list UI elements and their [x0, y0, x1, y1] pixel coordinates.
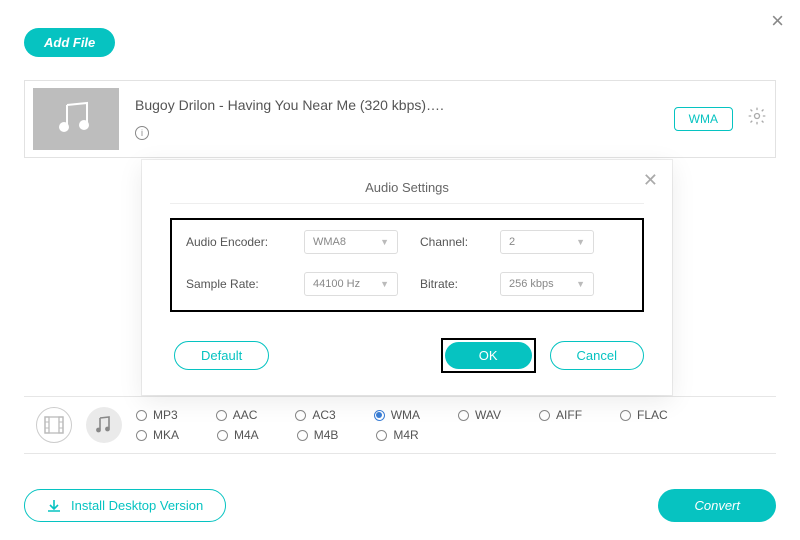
ok-button[interactable]: OK: [445, 342, 532, 369]
chevron-down-icon: ▼: [380, 237, 389, 247]
radio-icon: [297, 430, 308, 441]
radio-icon: [539, 410, 550, 421]
sample-dropdown[interactable]: 44100 Hz▼: [304, 272, 398, 296]
radio-icon: [295, 410, 306, 421]
channel-label: Channel:: [420, 235, 478, 249]
format-label: MP3: [153, 408, 178, 422]
dialog-close-icon[interactable]: ✕: [643, 170, 658, 191]
bitrate-label: Bitrate:: [420, 277, 478, 291]
cancel-button[interactable]: Cancel: [550, 341, 644, 370]
output-format-badge[interactable]: WMA: [674, 107, 733, 131]
file-thumbnail: [33, 88, 119, 150]
format-label: AAC: [233, 408, 258, 422]
format-label: AC3: [312, 408, 335, 422]
encoder-dropdown[interactable]: WMA8▼: [304, 230, 398, 254]
add-file-button[interactable]: Add File: [24, 28, 115, 57]
format-label: FLAC: [637, 408, 668, 422]
format-option-mka[interactable]: MKA: [136, 428, 179, 442]
format-label: WAV: [475, 408, 501, 422]
ok-highlight: OK: [441, 338, 536, 373]
radio-icon: [136, 430, 147, 441]
close-icon[interactable]: ×: [771, 8, 784, 34]
bitrate-dropdown[interactable]: 256 kbps▼: [500, 272, 594, 296]
radio-icon: [217, 430, 228, 441]
format-label: WMA: [391, 408, 420, 422]
music-note-icon: [55, 101, 97, 137]
format-option-m4a[interactable]: M4A: [217, 428, 259, 442]
radio-icon: [376, 430, 387, 441]
channel-dropdown[interactable]: 2▼: [500, 230, 594, 254]
sample-label: Sample Rate:: [186, 277, 282, 291]
format-option-wav[interactable]: WAV: [458, 408, 501, 422]
file-title: Bugoy Drilon - Having You Near Me (320 k…: [135, 97, 674, 113]
format-label: M4R: [393, 428, 418, 442]
download-icon: [47, 499, 61, 513]
format-option-m4b[interactable]: M4B: [297, 428, 339, 442]
format-label: M4A: [234, 428, 259, 442]
radio-icon: [374, 410, 385, 421]
audio-tab-icon[interactable]: [86, 407, 122, 443]
format-option-flac[interactable]: FLAC: [620, 408, 668, 422]
encoder-label: Audio Encoder:: [186, 235, 282, 249]
default-button[interactable]: Default: [174, 341, 269, 370]
audio-settings-dialog: ✕ Audio Settings Audio Encoder: WMA8▼ Ch…: [142, 160, 672, 395]
file-info: Bugoy Drilon - Having You Near Me (320 k…: [135, 97, 674, 141]
radio-icon: [216, 410, 227, 421]
file-item: Bugoy Drilon - Having You Near Me (320 k…: [24, 80, 776, 158]
chevron-down-icon: ▼: [576, 279, 585, 289]
format-label: M4B: [314, 428, 339, 442]
format-option-aiff[interactable]: AIFF: [539, 408, 582, 422]
format-option-ac3[interactable]: AC3: [295, 408, 335, 422]
format-bar: MP3 AAC AC3 WMA WAV AIFF FLAC MKA M4A M4B M4R: [24, 396, 776, 454]
gear-icon[interactable]: [747, 106, 767, 132]
format-label: AIFF: [556, 408, 582, 422]
radio-icon: [620, 410, 631, 421]
format-option-m4r[interactable]: M4R: [376, 428, 418, 442]
radio-icon: [136, 410, 147, 421]
info-icon[interactable]: i: [135, 126, 149, 140]
convert-button[interactable]: Convert: [658, 489, 776, 522]
chevron-down-icon: ▼: [380, 279, 389, 289]
radio-icon: [458, 410, 469, 421]
settings-highlight: Audio Encoder: WMA8▼ Channel: 2▼ Sample …: [170, 218, 644, 312]
format-option-mp3[interactable]: MP3: [136, 408, 178, 422]
install-desktop-button[interactable]: Install Desktop Version: [24, 489, 226, 522]
video-tab-icon[interactable]: [36, 407, 72, 443]
chevron-down-icon: ▼: [576, 237, 585, 247]
install-desktop-label: Install Desktop Version: [71, 498, 203, 513]
format-option-aac[interactable]: AAC: [216, 408, 258, 422]
dialog-title: Audio Settings: [170, 174, 644, 204]
format-option-wma[interactable]: WMA: [374, 408, 420, 422]
format-label: MKA: [153, 428, 179, 442]
